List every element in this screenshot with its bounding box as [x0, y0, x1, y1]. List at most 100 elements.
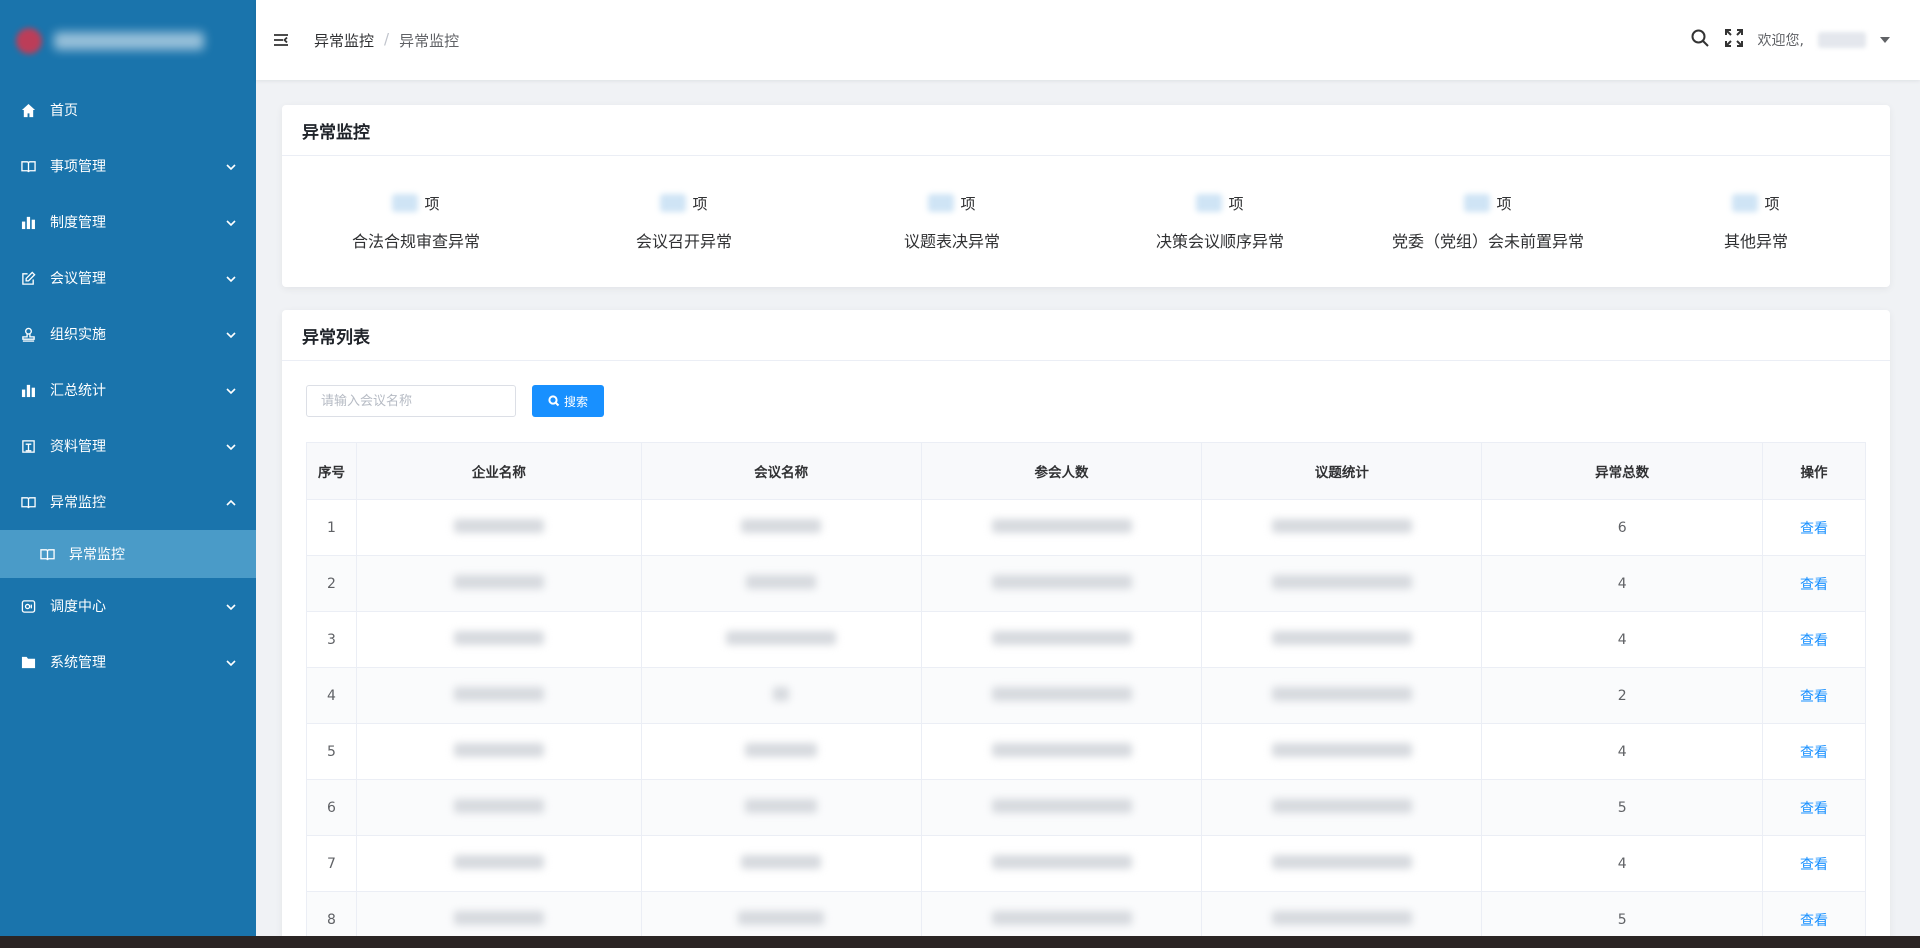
table-row: 4 2 查看	[306, 667, 1866, 724]
view-link-label[interactable]: 查看	[1800, 913, 1828, 929]
menu-toggle-icon[interactable]	[272, 30, 292, 50]
view-link[interactable]: 查看	[1762, 499, 1866, 556]
table-row: 2 4 查看	[306, 555, 1866, 612]
view-link[interactable]: 查看	[1762, 667, 1866, 724]
column-header: 会议名称	[640, 442, 922, 500]
stat-other[interactable]: 项 其他异常	[1622, 156, 1890, 288]
view-link-label[interactable]: 查看	[1800, 633, 1828, 649]
view-link-label[interactable]: 查看	[1800, 745, 1828, 761]
cell-meeting-blurred	[640, 667, 922, 724]
table-header-row: 序号 企业名称 会议名称 参会人数 议题统计 异常总数 操作	[306, 442, 1866, 500]
cell-topics-blurred	[1201, 779, 1483, 836]
sidebar-item-label: 事项管理	[50, 159, 106, 175]
cell-attendees-blurred	[920, 723, 1203, 780]
search-button[interactable]: 搜索	[532, 385, 604, 417]
sidebar-item-matters[interactable]: 事项管理	[0, 138, 256, 194]
stat-value-blurred	[1732, 194, 1759, 212]
search-icon	[548, 395, 560, 407]
bar-chart-icon	[20, 214, 36, 230]
stat-topic-vote[interactable]: 项 议题表决异常	[818, 156, 1086, 288]
summary-card: 异常监控 项 合法合规审查异常 项 会议召开异常 项 议题表决异常 项 决策会议…	[282, 105, 1890, 287]
cell-company-blurred	[355, 499, 642, 556]
table-row: 1 6 查看	[306, 499, 1866, 556]
cell-topics-blurred	[1201, 667, 1483, 724]
sidebar-item-policy[interactable]: 制度管理	[0, 194, 256, 250]
sidebar-subitem-anomaly-monitor[interactable]: 异常监控	[0, 530, 256, 578]
bar-chart-icon	[20, 382, 36, 398]
view-link-label[interactable]: 查看	[1800, 689, 1828, 705]
sidebar-item-implementation[interactable]: 组织实施	[0, 306, 256, 362]
view-link[interactable]: 查看	[1762, 779, 1866, 836]
cell-meeting-blurred	[640, 499, 922, 556]
view-link[interactable]: 查看	[1762, 891, 1866, 936]
chevron-down-icon	[226, 160, 236, 171]
cell-attendees-blurred	[920, 835, 1203, 892]
cell-index: 3	[306, 611, 357, 668]
table-row: 8 5 查看	[306, 891, 1866, 936]
view-link[interactable]: 查看	[1762, 555, 1866, 612]
cell-index: 5	[306, 723, 357, 780]
sidebar-item-statistics[interactable]: 汇总统计	[0, 362, 256, 418]
view-link-label[interactable]: 查看	[1800, 857, 1828, 873]
view-link-label[interactable]: 查看	[1800, 577, 1828, 593]
sidebar-item-materials[interactable]: 资料管理	[0, 418, 256, 474]
stat-unit: 项	[1228, 194, 1244, 213]
sidebar-item-meeting[interactable]: 会议管理	[0, 250, 256, 306]
cell-anomaly-total: 5	[1481, 779, 1764, 836]
meeting-name-search-input[interactable]	[306, 385, 516, 417]
stat-label: 会议召开异常	[635, 231, 732, 251]
top-header: 异常监控 / 异常监控 欢迎您,	[256, 0, 1920, 80]
stat-decision-order[interactable]: 项 决策会议顺序异常	[1086, 156, 1354, 288]
sidebar-item-system[interactable]: 系统管理	[0, 634, 256, 690]
caret-down-icon[interactable]	[1880, 37, 1890, 43]
chevron-down-icon	[226, 272, 236, 283]
view-link-label[interactable]: 查看	[1800, 801, 1828, 817]
sidebar-item-label: 资料管理	[50, 439, 106, 455]
sidebar-subitem-label: 异常监控	[69, 547, 125, 563]
breadcrumb-item[interactable]: 异常监控	[314, 30, 374, 51]
cell-anomaly-total: 4	[1481, 723, 1764, 780]
cell-meeting-blurred	[640, 779, 922, 836]
cell-meeting-blurred	[640, 891, 922, 936]
chevron-up-icon	[226, 496, 236, 506]
logo-text-blurred	[54, 32, 204, 50]
stat-unit: 项	[960, 194, 976, 213]
os-taskbar	[0, 936, 1920, 948]
stat-unit: 项	[424, 194, 440, 213]
summary-stats: 项 合法合规审查异常 项 会议召开异常 项 议题表决异常 项 决策会议顺序异常 …	[282, 156, 1890, 288]
column-header: 操作	[1762, 442, 1866, 500]
view-link[interactable]: 查看	[1762, 723, 1866, 780]
stat-value-blurred	[392, 194, 419, 212]
view-link[interactable]: 查看	[1762, 835, 1866, 892]
cell-topics-blurred	[1201, 611, 1483, 668]
username-blurred[interactable]	[1818, 32, 1866, 48]
cell-index: 8	[306, 891, 357, 936]
view-link-label[interactable]: 查看	[1800, 521, 1828, 537]
stat-compliance[interactable]: 项 合法合规审查异常	[282, 156, 550, 288]
cell-anomaly-total: 6	[1481, 499, 1764, 556]
cell-anomaly-total: 4	[1481, 555, 1764, 612]
cell-index: 7	[306, 835, 357, 892]
anomaly-table: 序号 企业名称 会议名称 参会人数 议题统计 异常总数 操作 1 6 查看 2 …	[306, 442, 1866, 936]
chevron-down-icon	[226, 384, 236, 395]
stat-party-committee[interactable]: 项 党委（党组）会未前置异常	[1354, 156, 1622, 288]
view-link[interactable]: 查看	[1762, 611, 1866, 668]
list-title: 异常列表	[282, 310, 1890, 361]
column-header: 企业名称	[355, 442, 642, 500]
sidebar-item-dispatch[interactable]: 调度中心	[0, 578, 256, 634]
breadcrumb: 异常监控 / 异常监控	[314, 30, 459, 51]
sidebar-item-label: 汇总统计	[50, 383, 106, 399]
sidebar-item-home[interactable]: 首页	[0, 82, 256, 138]
search-icon[interactable]	[1690, 28, 1710, 52]
sidebar-item-anomaly[interactable]: 异常监控	[0, 474, 256, 530]
stat-meeting-held[interactable]: 项 会议召开异常	[550, 156, 818, 288]
cell-meeting-blurred	[640, 835, 922, 892]
sidebar: 首页 事项管理 制度管理 会议管理 组织实施 汇总统计 资料管理 异常监控 异常…	[0, 0, 256, 936]
app-logo[interactable]	[0, 0, 256, 82]
chevron-down-icon	[226, 440, 236, 451]
stat-label: 决策会议顺序异常	[1155, 231, 1284, 251]
edit-icon	[20, 270, 36, 286]
fullscreen-icon[interactable]	[1724, 28, 1744, 52]
cell-topics-blurred	[1201, 891, 1483, 936]
sidebar-item-label: 系统管理	[50, 655, 106, 671]
